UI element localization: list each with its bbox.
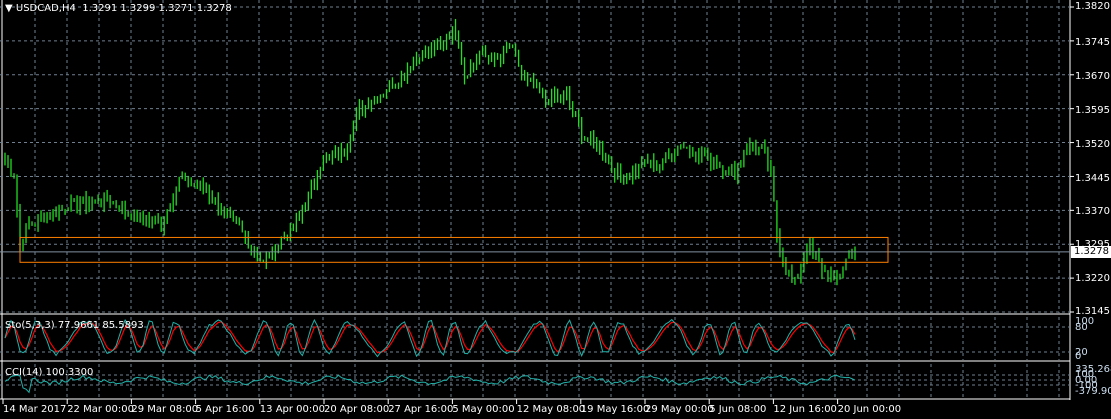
ohlc-values: 1.3291 1.3299 1.3271 1.3278 [82, 3, 232, 14]
price-axis-label: 1.3445 [1075, 173, 1110, 184]
price-axis-label: 1.3670 [1075, 71, 1110, 82]
price-axis-label: 1.3370 [1075, 206, 1110, 217]
time-axis-label: 20 Apr 08:00 [324, 404, 390, 415]
time-axis-label: 19 May 16:00 [580, 404, 650, 415]
time-axis-label: 20 Jun 00:00 [837, 404, 902, 415]
time-axis-label: 29 Mar 08:00 [131, 404, 199, 415]
chart-title: ▼ USDCAD,H4 1.3291 1.3299 1.3271 1.3278 [5, 3, 232, 14]
current-price-label: 1.3278 [1071, 246, 1111, 258]
rectangle-object [19, 236, 889, 263]
price-axis-label: 1.3745 [1075, 37, 1110, 48]
symbol-label: USDCAD,H4 [15, 3, 76, 14]
time-axis-label: 5 May 00:00 [452, 404, 515, 415]
price-axis-label: 1.3595 [1075, 105, 1110, 116]
cci-label: CCI(14) 100.3300 [5, 367, 94, 378]
stochastic-label: Sto(5,3,3) 77.9661 85.5893 [5, 320, 144, 331]
collapse-triangle-icon[interactable]: ▼ [5, 3, 13, 14]
time-axis-label: 12 May 08:00 [516, 404, 586, 415]
stoch-level-0: 0 [1075, 351, 1082, 362]
price-axis-label: 1.3220 [1075, 273, 1110, 284]
time-axis-label: 27 Apr 16:00 [388, 404, 454, 415]
time-axis-label: 13 Apr 00:00 [259, 404, 325, 415]
stoch-level-80: 80 [1075, 322, 1088, 333]
price-axis-label: 1.3520 [1075, 139, 1110, 150]
time-axis-label: 5 Jun 08:00 [709, 404, 767, 415]
price-axis-label: 1.3820 [1075, 1, 1110, 12]
time-axis-label: 29 May 00:00 [645, 404, 714, 415]
cci-min: -379.902 [1075, 386, 1111, 397]
cci-line [4, 374, 856, 394]
time-axis-label: 22 Mar 00:00 [67, 404, 134, 415]
chart-canvas[interactable] [0, 0, 1111, 419]
time-axis-label: 12 Jun 16:00 [773, 404, 837, 415]
time-axis-label: 5 Apr 16:00 [195, 404, 255, 415]
time-axis-label: 14 Mar 2017 [3, 404, 67, 415]
